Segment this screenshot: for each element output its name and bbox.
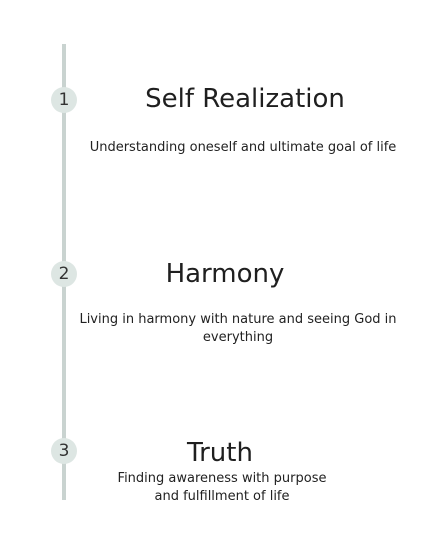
step-3-description: Finding awareness with purpose and fulfi… [117,471,327,504]
step-1-title: Self Realization [145,84,345,114]
step-2-title: Harmony [165,259,285,289]
step-2-number: 2 [51,261,77,287]
step-1-description: Understanding oneself and ultimate goal … [89,140,397,155]
step-2-description: Living in harmony with nature and seeing… [79,312,397,345]
step-1-number: 1 [51,87,77,113]
step-3-number: 3 [51,438,77,464]
step-3-title: Truth [187,438,253,468]
